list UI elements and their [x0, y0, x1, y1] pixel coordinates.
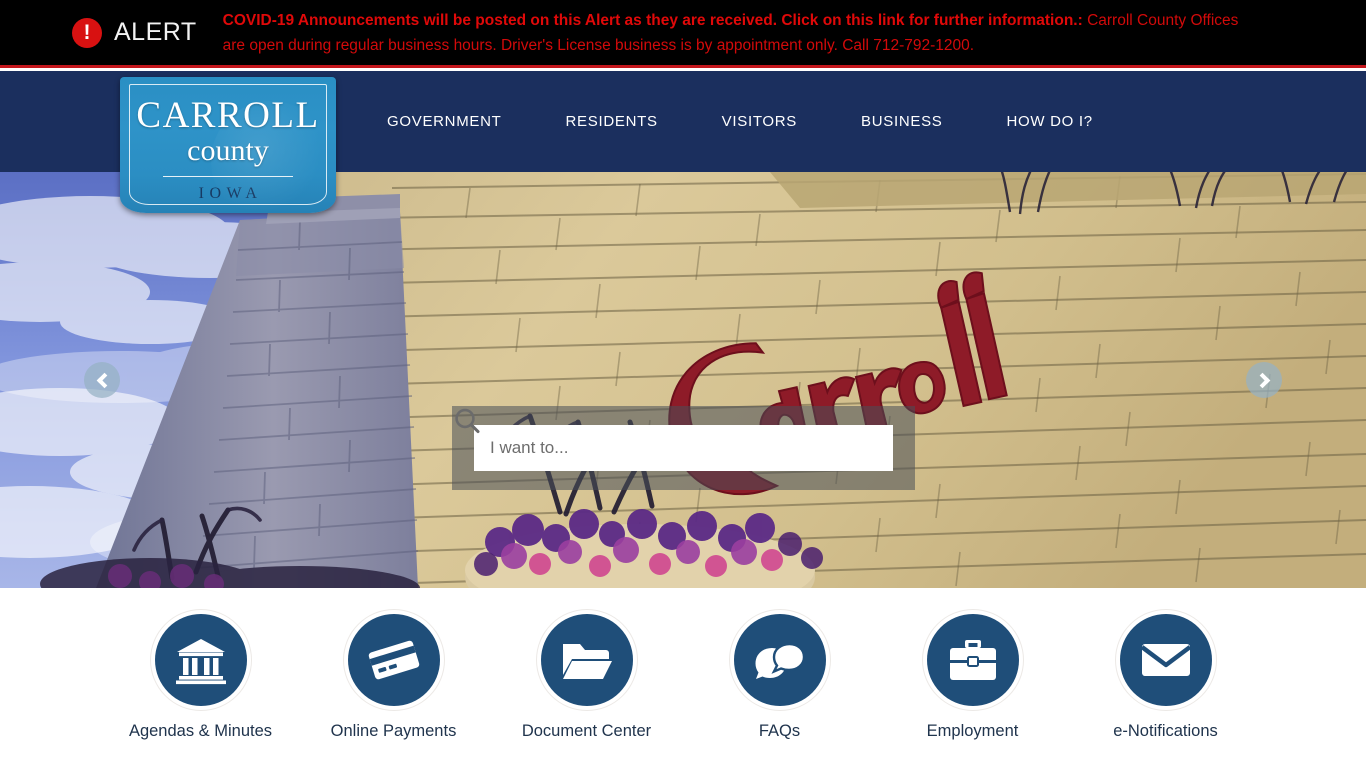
- quick-link-employment[interactable]: Employment: [876, 614, 1069, 741]
- search-box: [455, 408, 893, 471]
- hero-carousel: [0, 172, 1366, 588]
- alert-message: COVID-19 Announcements will be posted on…: [223, 8, 1256, 58]
- quick-links-section: Agendas & Minutes Online Payments Docume…: [0, 588, 1366, 768]
- quick-link-label: FAQs: [758, 722, 801, 740]
- quick-link-agendas-minutes[interactable]: Agendas & Minutes: [104, 614, 297, 741]
- folder-icon: [562, 644, 612, 679]
- carousel-prev-button[interactable]: [84, 362, 120, 398]
- quick-link-label: e-Notifications: [1113, 722, 1218, 740]
- logo-line-carroll: CARROLL: [136, 95, 320, 136]
- nav-links: GOVERNMENT RESIDENTS VISITORS BUSINESS H…: [355, 71, 1125, 172]
- search-input[interactable]: [490, 438, 845, 458]
- quick-link-icon-circle: [926, 614, 1019, 706]
- quick-link-faqs[interactable]: FAQs: [683, 614, 876, 741]
- quick-link-icon-circle: [540, 614, 633, 706]
- exclamation-circle-icon: !: [72, 17, 102, 48]
- nav-item-business[interactable]: BUSINESS: [829, 113, 974, 130]
- nav-item-residents[interactable]: RESIDENTS: [534, 113, 690, 130]
- alert-headline-link[interactable]: COVID-19 Announcements will be posted on…: [223, 12, 1083, 29]
- carousel-next-button[interactable]: [1246, 362, 1282, 398]
- chevron-right-icon: [1254, 372, 1270, 388]
- alert-word: ALERT: [114, 18, 197, 46]
- quick-link-label: Employment: [926, 722, 1019, 740]
- quick-link-online-payments[interactable]: Online Payments: [297, 614, 490, 741]
- quick-link-e-notifications[interactable]: e-Notifications: [1069, 614, 1262, 741]
- logo-divider: [163, 175, 293, 178]
- alert-label-group: ! ALERT: [0, 17, 197, 48]
- search-icon: [455, 408, 480, 434]
- logo-line-county: county: [187, 134, 269, 167]
- speech-bubbles-icon: [755, 642, 805, 679]
- search-submit-button[interactable]: [455, 408, 883, 467]
- envelope-icon: [1140, 644, 1191, 676]
- quick-link-label: Agendas & Minutes: [128, 722, 273, 740]
- quick-link-label: Online Payments: [330, 722, 457, 740]
- bank-building-icon: [175, 639, 226, 685]
- nav-item-visitors[interactable]: VISITORS: [690, 113, 829, 130]
- quick-link-icon-circle: [1119, 614, 1212, 706]
- hero-search-container: [452, 406, 915, 490]
- briefcase-icon: [949, 640, 996, 680]
- site-logo[interactable]: CARROLL county IOWA: [120, 77, 336, 213]
- logo-line-iowa: IOWA: [198, 185, 263, 203]
- quick-link-icon-circle: [154, 614, 247, 706]
- alert-bar: ! ALERT COVID-19 Announcements will be p…: [0, 0, 1366, 68]
- quick-link-label: Document Center: [521, 722, 652, 740]
- nav-item-how-do-i[interactable]: HOW DO I?: [974, 113, 1124, 130]
- quick-link-document-center[interactable]: Document Center: [490, 614, 683, 741]
- credit-card-icon: [368, 640, 419, 680]
- quick-link-icon-circle: [733, 614, 826, 706]
- chevron-left-icon: [96, 372, 112, 388]
- hero-background-image: [0, 172, 1366, 588]
- nav-item-government[interactable]: GOVERNMENT: [355, 113, 534, 130]
- logo-inner-frame: CARROLL county IOWA: [129, 84, 327, 205]
- quick-link-icon-circle: [347, 614, 440, 706]
